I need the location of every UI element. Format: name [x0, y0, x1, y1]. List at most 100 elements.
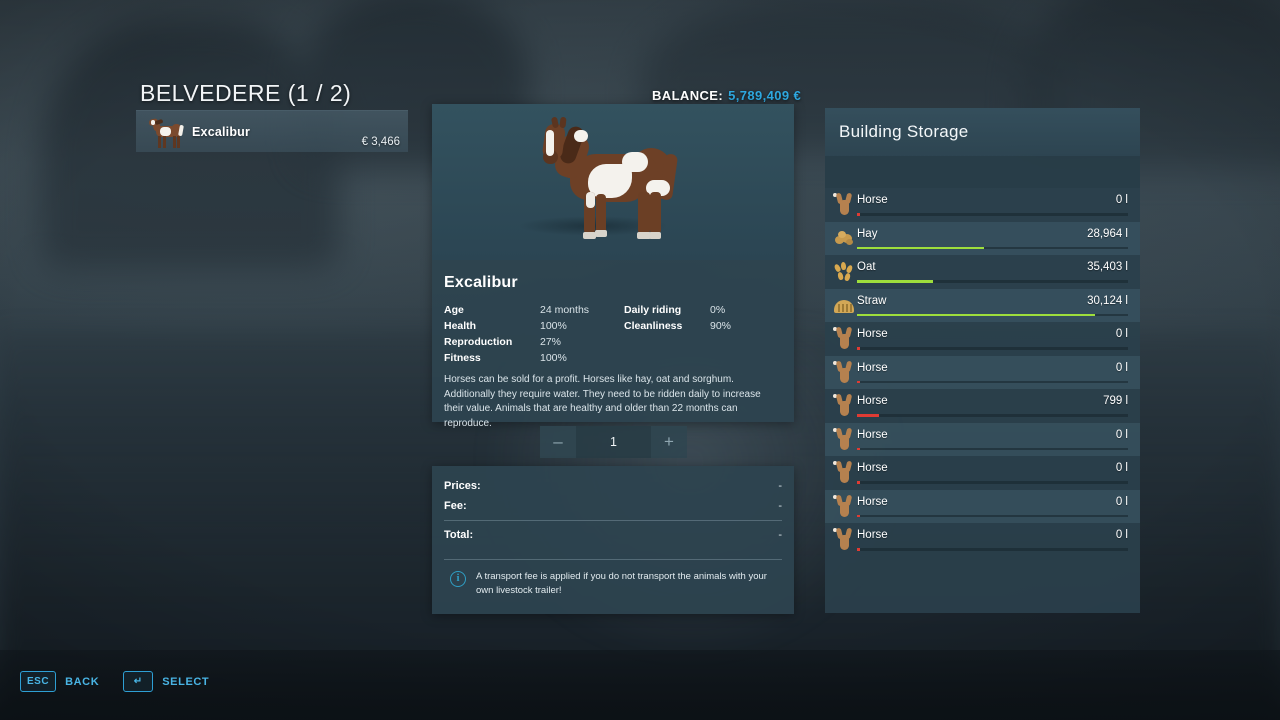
- horse-icon: [833, 460, 855, 484]
- storage-item-amount: 0 l: [1115, 462, 1128, 474]
- storage-fill-bar: [857, 246, 985, 249]
- storage-item-amount: 0 l: [1115, 361, 1128, 374]
- quantity-increase-button[interactable]: +: [651, 426, 687, 458]
- fee-label: Fee:: [444, 500, 467, 512]
- esc-key-icon: ESC: [20, 671, 57, 692]
- storage-row[interactable]: Horse 0 l: [825, 188, 1140, 222]
- quantity-value[interactable]: 1: [576, 435, 651, 449]
- storage-row[interactable]: Straw 30,124 l: [825, 288, 1140, 322]
- animal-description: Horses can be sold for a profit. Horses …: [444, 374, 761, 429]
- total-value: -: [778, 529, 782, 541]
- quantity-decrease-button[interactable]: –: [540, 426, 576, 458]
- transport-fee-note: i A transport fee is applied if you do n…: [444, 570, 782, 598]
- storage-fill-track: [857, 414, 1128, 417]
- storage-row[interactable]: Horse 0 l: [825, 322, 1140, 356]
- storage-item-amount: 799 l: [1103, 395, 1128, 407]
- storage-item-amount: 35,403 l: [1087, 261, 1128, 273]
- price-row-fee: Fee: -: [444, 496, 782, 516]
- prices-label: Prices:: [444, 480, 481, 492]
- storage-fill-bar: [857, 280, 933, 283]
- horse-icon: [833, 393, 855, 417]
- fee-value: -: [778, 500, 782, 512]
- storage-row[interactable]: Horse 799 l: [825, 389, 1140, 423]
- storage-item-amount: 28,964 l: [1087, 227, 1128, 240]
- storage-item-name: Horse: [857, 495, 888, 508]
- storage-column-header: [825, 156, 1140, 188]
- price-row-prices: Prices: -: [444, 476, 782, 496]
- stat-label-daily-riding: Daily riding: [624, 304, 682, 316]
- building-storage-panel: Building Storage Horse 0 l Hay 28,964 l Oat 3…: [825, 108, 1140, 613]
- storage-item-name: Horse: [857, 529, 888, 541]
- storage-fill-track: [857, 213, 1128, 216]
- hint-select[interactable]: ↵ SELECT: [123, 671, 209, 692]
- stat-value-fitness: 100%: [540, 352, 567, 364]
- storage-item-name: Horse: [857, 428, 888, 441]
- storage-row[interactable]: Oat 35,403 l: [825, 255, 1140, 289]
- storage-title: Building Storage: [839, 122, 969, 141]
- stat-label-empty-a: [624, 336, 710, 348]
- storage-row[interactable]: Horse 0 l: [825, 456, 1140, 490]
- animal-detail-panel: Excalibur Age 24 months Daily riding 0% …: [432, 104, 794, 429]
- storage-fill-bar: [857, 313, 1096, 316]
- quantity-stepper[interactable]: – 1 +: [540, 426, 687, 458]
- storage-item-name: Straw: [857, 294, 887, 307]
- storage-item-name: Horse: [857, 361, 888, 374]
- stat-value-cleanliness: 90%: [710, 320, 732, 332]
- storage-list[interactable]: Horse 0 l Hay 28,964 l Oat 35,403 l Straw 30,12…: [825, 188, 1140, 557]
- list-item[interactable]: Excalibur € 3,466: [136, 110, 408, 152]
- storage-item-amount: 0 l: [1115, 529, 1128, 541]
- storage-row[interactable]: Horse 0 l: [825, 355, 1140, 389]
- stat-value-reproduction: 27%: [540, 336, 562, 348]
- transport-fee-note-text: A transport fee is applied if you do not…: [476, 571, 767, 596]
- horse-icon: [833, 360, 855, 384]
- stat-value-age: 24 months: [540, 304, 590, 316]
- bottom-help-bar: ESC BACK ↵ SELECT: [20, 671, 209, 692]
- stat-label-cleanliness: Cleanliness: [624, 320, 683, 332]
- page-title: BELVEDERE (1 / 2): [140, 80, 352, 106]
- storage-row[interactable]: Horse 0 l: [825, 422, 1140, 456]
- divider: [444, 559, 782, 560]
- stat-value-empty-a: [710, 336, 782, 348]
- storage-fill-track: [857, 447, 1128, 450]
- storage-fill-bar: [857, 548, 860, 551]
- storage-item-name: Horse: [857, 462, 888, 474]
- prices-panel: Prices: - Fee: - Total: - i A transport …: [432, 466, 794, 614]
- storage-item-name: Horse: [857, 395, 888, 407]
- horse-icon: [833, 326, 855, 350]
- storage-fill-track: [857, 246, 1128, 249]
- animal-3d-viewport[interactable]: [432, 104, 794, 260]
- storage-header: Building Storage: [825, 108, 1140, 156]
- storage-item-amount: 0 l: [1115, 495, 1128, 508]
- animal-thumbnail: [136, 111, 192, 153]
- storage-fill-bar: [857, 414, 879, 417]
- stat-label-health: Health: [444, 320, 477, 332]
- storage-fill-track: [857, 548, 1128, 551]
- horse-model: [528, 114, 698, 246]
- storage-item-name: Horse: [857, 328, 888, 340]
- storage-fill-track: [857, 313, 1128, 316]
- storage-fill-bar: [857, 213, 860, 216]
- horse-icon: [146, 117, 186, 148]
- hint-back[interactable]: ESC BACK: [20, 671, 99, 692]
- horse-icon: [833, 527, 855, 551]
- balance-display: BALANCE: 5,789,409 €: [652, 88, 801, 103]
- storage-fill-bar: [857, 380, 860, 383]
- animal-detail-body: Excalibur Age 24 months Daily riding 0% …: [432, 260, 794, 429]
- storage-row[interactable]: Hay 28,964 l: [825, 221, 1140, 255]
- animal-list[interactable]: Excalibur € 3,466: [136, 110, 408, 152]
- storage-item-amount: 0 l: [1115, 328, 1128, 340]
- stat-label-reproduction: Reproduction: [444, 336, 513, 348]
- animal-name: Excalibur: [192, 124, 251, 139]
- storage-row[interactable]: Horse 0 l: [825, 523, 1140, 557]
- storage-fill-bar: [857, 447, 860, 450]
- info-icon: i: [450, 571, 466, 587]
- storage-row[interactable]: Horse 0 l: [825, 489, 1140, 523]
- storage-fill-track: [857, 280, 1128, 283]
- stat-label-age: Age: [444, 304, 464, 316]
- storage-fill-track: [857, 347, 1128, 350]
- stat-value-empty-b: [710, 352, 782, 364]
- balance-value: 5,789,409 €: [728, 88, 802, 103]
- storage-fill-track: [857, 380, 1128, 383]
- storage-item-amount: 0 l: [1115, 428, 1128, 441]
- total-label: Total:: [444, 529, 474, 541]
